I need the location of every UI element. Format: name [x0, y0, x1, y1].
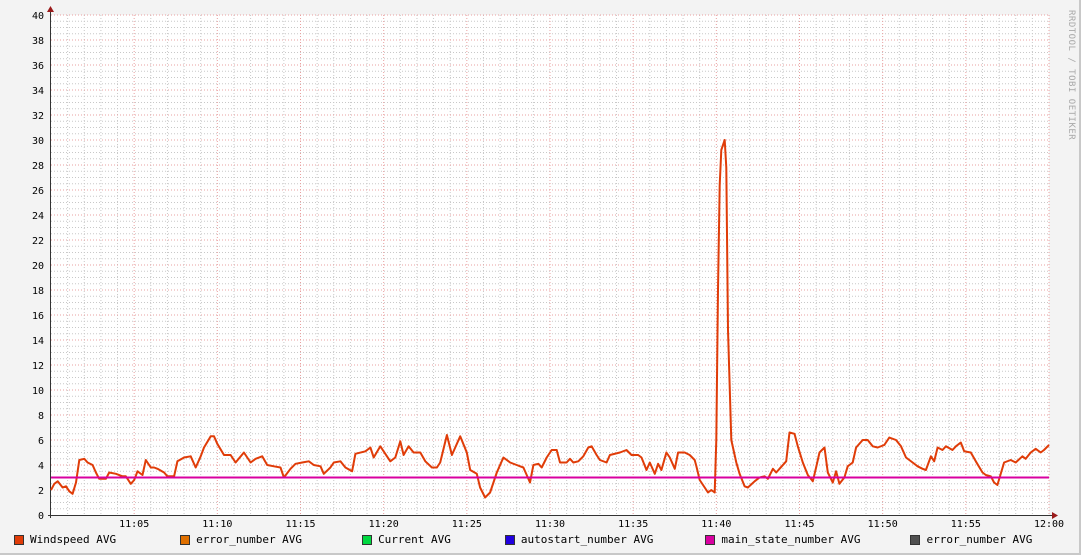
x-tick-label: 11:45: [784, 519, 814, 530]
legend-label: error_number AVG: [196, 533, 303, 546]
y-tick-label: 22: [32, 236, 44, 247]
rrd-line-chart: 024681012141618202224262830323436384011:…: [32, 6, 1064, 530]
legend-label: error_number AVG: [926, 533, 1033, 546]
legend-label: autostart_number AVG: [520, 533, 654, 546]
legend-label: main_state_number AVG: [721, 533, 861, 546]
legend-item: Current AVG: [362, 533, 451, 546]
y-axis-arrow-icon: [47, 6, 54, 12]
x-tick-label: 11:30: [535, 519, 565, 530]
legend-label: Current AVG: [378, 533, 451, 546]
x-tick-label: 11:15: [285, 519, 315, 530]
x-tick-label: 12:00: [1034, 519, 1064, 530]
y-tick-label: 40: [32, 11, 44, 22]
y-tick-label: 16: [32, 311, 44, 322]
y-tick-label: 12: [32, 361, 44, 372]
legend-swatch-icon: [180, 534, 191, 545]
legend: Windspeed AVG error_number AVG Current AVG…: [14, 533, 1032, 546]
y-tick-label: 2: [38, 486, 44, 497]
y-tick-label: 4: [38, 461, 44, 472]
legend-item: autostart_number AVG: [504, 533, 654, 546]
y-tick-label: 32: [32, 111, 44, 122]
y-tick-label: 30: [32, 136, 44, 147]
legend-item: error_number AVG: [180, 533, 302, 546]
y-tick-label: 20: [32, 261, 44, 272]
y-tick-label: 24: [32, 211, 44, 222]
x-tick-label: 11:35: [618, 519, 648, 530]
legend-swatch-icon: [504, 534, 515, 545]
legend-swatch-icon: [705, 534, 716, 545]
y-tick-label: 0: [38, 511, 44, 522]
x-axis-arrow-icon: [1052, 512, 1058, 519]
y-tick-label: 26: [32, 186, 44, 197]
legend-item: main_state_number AVG: [705, 533, 860, 546]
y-tick-label: 38: [32, 36, 44, 47]
watermark: RRDTOOL / TOBI OETIKER: [1066, 10, 1076, 141]
legend-swatch-icon: [362, 534, 373, 545]
y-tick-label: 14: [32, 336, 44, 347]
legend-swatch-icon: [14, 534, 24, 545]
y-tick-label: 18: [32, 286, 44, 297]
x-tick-label: 11:25: [452, 519, 482, 530]
x-tick-label: 11:20: [369, 519, 399, 530]
x-tick-label: 11:50: [868, 519, 898, 530]
legend-label: Windspeed AVG: [30, 533, 117, 546]
x-tick-label: 11:55: [951, 519, 981, 530]
y-tick-label: 10: [32, 386, 44, 397]
y-tick-label: 28: [32, 161, 44, 172]
y-tick-label: 6: [38, 436, 44, 447]
legend-item: Windspeed AVG: [14, 533, 116, 546]
legend-swatch-icon: [910, 534, 921, 545]
y-tick-label: 8: [38, 411, 44, 422]
x-tick-label: 11:40: [701, 519, 731, 530]
x-tick-label: 11:10: [202, 519, 232, 530]
x-tick-label: 11:05: [119, 519, 149, 530]
legend-item: error_number AVG: [910, 533, 1032, 546]
y-tick-label: 36: [32, 61, 44, 72]
y-tick-label: 34: [32, 86, 44, 97]
